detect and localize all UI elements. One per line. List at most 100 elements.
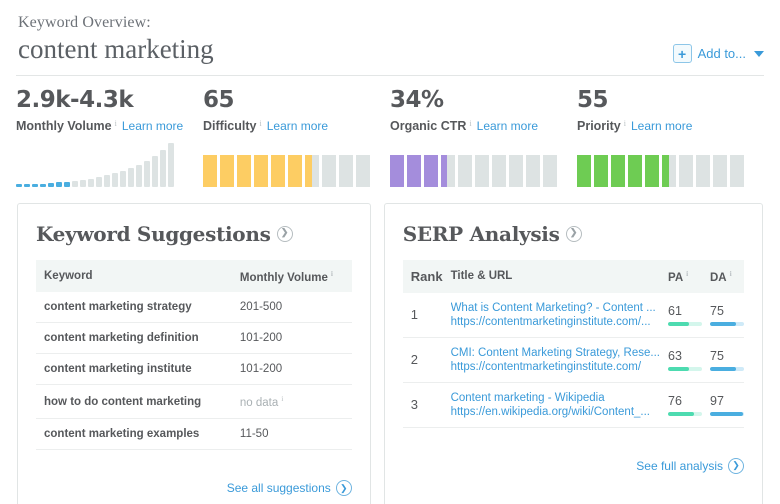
column-header-keyword[interactable]: Keyword — [36, 259, 232, 293]
column-header-rank[interactable]: Rank — [402, 259, 443, 293]
da-value: 75 — [710, 303, 724, 318]
keyword-overview-page: Keyword Overview: content marketing + Ad… — [0, 0, 780, 504]
result-title-link[interactable]: What is Content Marketing? - Content ... — [451, 302, 660, 314]
result-title-link[interactable]: CMI: Content Marketing Strategy, Rese... — [451, 347, 660, 359]
table-row[interactable]: 2 CMI: Content Marketing Strategy, Rese..… — [402, 337, 744, 383]
gauge-segment — [696, 154, 710, 187]
metric-priority: 55 Priority i Learn more — [577, 87, 764, 187]
gauge-segment — [407, 154, 421, 187]
volume-bar — [144, 160, 150, 187]
volume-bar — [112, 172, 118, 187]
keyword-cell: content marketing institute — [36, 353, 232, 386]
see-full-analysis-link[interactable]: See full analysis ❯ — [636, 457, 744, 474]
gauge-segment — [628, 154, 642, 187]
pa-cell: 63 — [660, 337, 702, 383]
gauge-segment — [475, 154, 489, 187]
metric-organic-ctr: 34% Organic CTR i Learn more — [390, 87, 577, 187]
page-subtitle: Keyword Overview: — [18, 14, 151, 31]
table-row[interactable]: content marketing strategy 201-500 — [36, 292, 352, 324]
da-cell: 75 — [702, 292, 744, 338]
volume-bar — [32, 183, 38, 187]
keyword-suggestions-panel: Keyword Suggestions ❯ Keyword Monthly Vo… — [17, 202, 371, 504]
table-header-row: Rank Title & URL PA i DA i — [402, 259, 744, 293]
table-row[interactable]: content marketing definition 101-200 — [36, 322, 352, 355]
add-to-label: Add to... — [697, 46, 746, 61]
arrow-right-icon[interactable]: ❯ — [276, 225, 293, 242]
volume-bar — [168, 142, 174, 187]
info-icon[interactable]: i — [624, 119, 626, 128]
info-icon[interactable]: i — [686, 269, 688, 278]
see-all-suggestions-link[interactable]: See all suggestions ❯ — [227, 480, 352, 497]
table-row[interactable]: 1 What is Content Marketing? - Content ..… — [402, 292, 744, 338]
result-title-link[interactable]: Content marketing - Wikipedia — [451, 392, 660, 404]
title-url-cell: Content marketing - Wikipedia https://en.… — [442, 382, 660, 428]
volume-bar — [128, 167, 134, 187]
info-icon[interactable]: i — [730, 269, 732, 278]
metric-label: Monthly Volume — [16, 118, 112, 133]
column-header-title-url[interactable]: Title & URL — [442, 259, 660, 293]
volume-bar — [136, 164, 142, 187]
volume-bar — [72, 180, 78, 187]
column-header-label: PA — [668, 271, 684, 284]
gauge-segment — [594, 154, 608, 187]
gauge-segment — [237, 154, 251, 187]
gauge-segment — [543, 154, 557, 187]
column-header-label: Monthly Volume — [239, 271, 328, 284]
table-row[interactable]: how to do content marketing no data i — [36, 384, 352, 420]
volume-bar — [16, 183, 22, 187]
panels-row: Keyword Suggestions ❯ Keyword Monthly Vo… — [0, 187, 780, 504]
gauge-segment — [526, 154, 540, 187]
metric-value: 65 — [203, 87, 235, 114]
info-icon[interactable]: i — [331, 269, 333, 278]
keyword-cell: content marketing strategy — [36, 292, 232, 324]
keyword-suggestions-title: Keyword Suggestions ❯ — [36, 222, 352, 246]
page-header: Keyword Overview: content marketing + Ad… — [0, 0, 780, 64]
arrow-right-icon[interactable]: ❯ — [565, 225, 582, 242]
metric-value: 34% — [390, 87, 444, 114]
metric-value: 55 — [577, 87, 609, 114]
panel-title-text: SERP Analysis — [402, 221, 560, 246]
column-header-monthly-volume[interactable]: Monthly Volume i — [231, 259, 352, 293]
learn-more-link[interactable]: Learn more — [122, 119, 183, 133]
info-icon[interactable]: i — [469, 119, 471, 128]
metric-difficulty: 65 Difficulty i Learn more — [203, 87, 390, 187]
table-row[interactable]: content marketing institute 101-200 — [36, 353, 352, 386]
learn-more-link[interactable]: Learn more — [477, 119, 538, 133]
see-full-analysis-label: See full analysis — [636, 458, 723, 473]
volume-bar — [152, 155, 158, 187]
gauge-segment — [730, 154, 744, 187]
column-header-pa[interactable]: PA i — [660, 259, 702, 293]
info-icon[interactable]: i — [281, 394, 283, 403]
rank-cell: 3 — [402, 382, 443, 428]
gauge-segment — [492, 154, 506, 187]
info-icon[interactable]: i — [115, 119, 117, 128]
pa-bar — [668, 366, 702, 371]
metric-monthly-volume: 2.9k-4.3k Monthly Volume i Learn more — [16, 87, 203, 187]
volume-bar — [160, 149, 166, 187]
da-bar — [710, 411, 744, 416]
volume-bar — [96, 176, 102, 187]
da-value: 97 — [710, 393, 724, 408]
result-url-link[interactable]: https://contentmarketinginstitute.com/ — [451, 361, 660, 373]
keyword-cell: content marketing definition — [36, 322, 232, 355]
info-icon[interactable]: i — [259, 119, 261, 128]
pa-bar — [668, 411, 702, 416]
add-to-button[interactable]: + Add to... — [672, 44, 764, 63]
result-url-link[interactable]: https://contentmarketinginstitute.com/..… — [451, 316, 660, 328]
keyword-suggestions-table: Keyword Monthly Volume i content marketin… — [36, 259, 352, 451]
column-header-da[interactable]: DA i — [702, 259, 744, 293]
gauge-segment — [645, 154, 659, 187]
da-bar — [710, 366, 744, 371]
da-cell: 97 — [702, 382, 744, 428]
no-data-label: no data — [239, 397, 279, 410]
pa-cell: 61 — [660, 292, 702, 338]
volume-bar — [64, 181, 70, 187]
learn-more-link[interactable]: Learn more — [267, 119, 328, 133]
volume-bar — [80, 179, 86, 187]
table-row[interactable]: content marketing examples 11-50 — [36, 418, 352, 451]
gauge-segment — [713, 154, 727, 187]
result-url-link[interactable]: https://en.wikipedia.org/wiki/Content_..… — [451, 406, 660, 418]
gauge-segment — [271, 154, 285, 187]
table-row[interactable]: 3 Content marketing - Wikipedia https://en… — [402, 382, 744, 428]
learn-more-link[interactable]: Learn more — [631, 119, 692, 133]
